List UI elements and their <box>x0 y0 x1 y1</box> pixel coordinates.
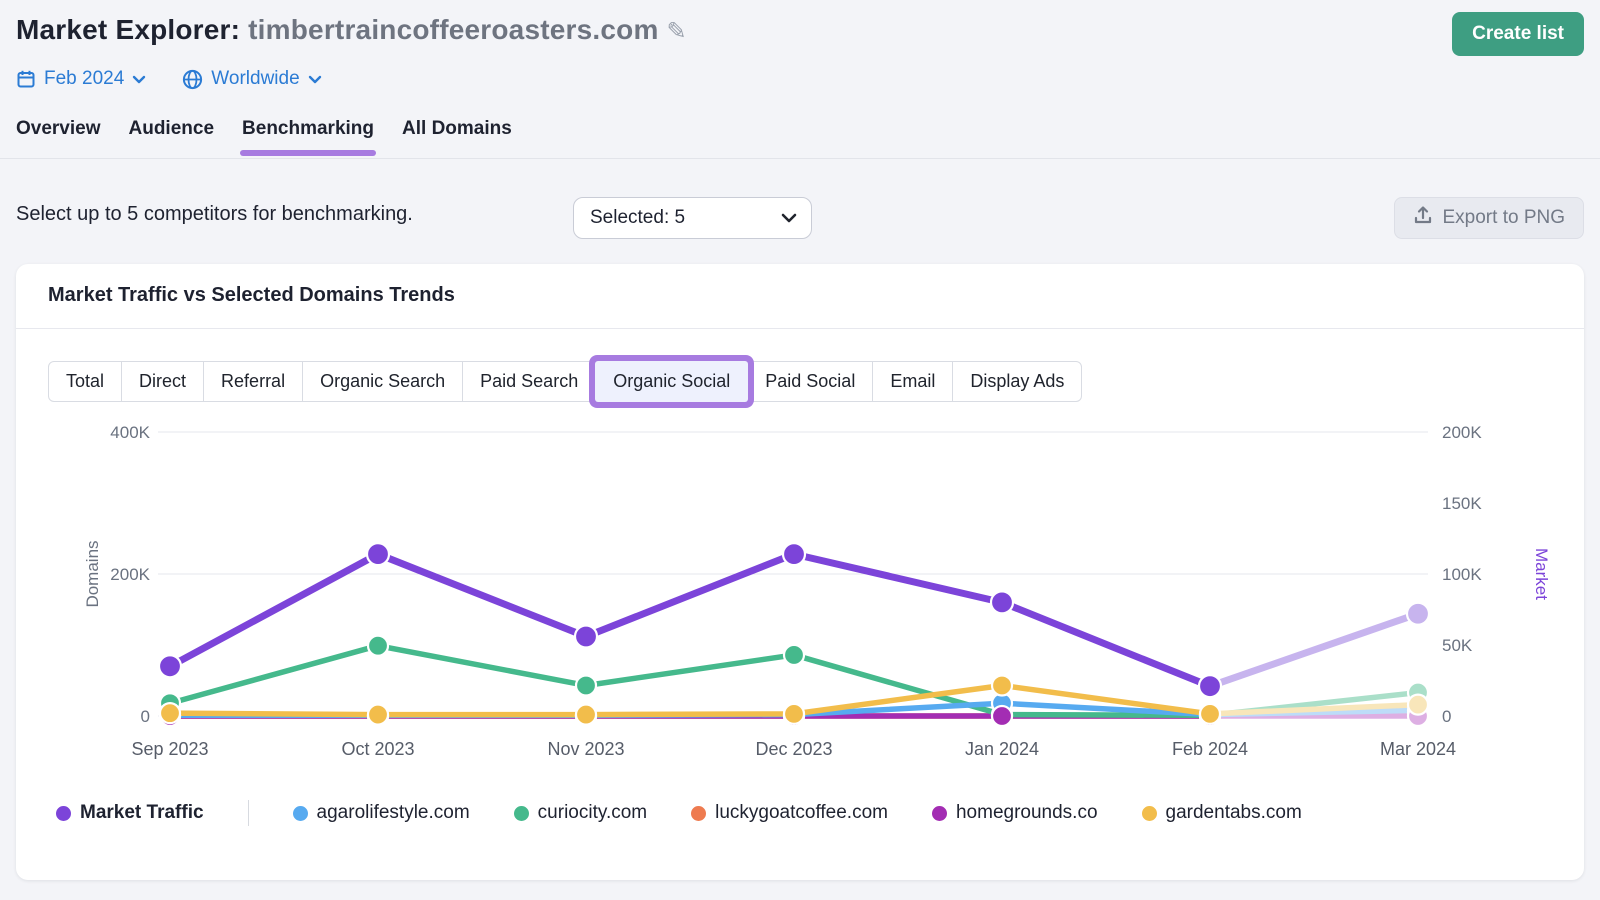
legend-dot <box>932 806 947 821</box>
series-line-gardentabs-com[interactable] <box>170 685 1210 714</box>
filter-direct[interactable]: Direct <box>121 361 204 402</box>
legend-item-market-traffic[interactable]: Market Traffic <box>56 802 204 824</box>
right-axis-tick: 150K <box>1442 494 1482 513</box>
create-list-button[interactable]: Create list <box>1452 12 1584 56</box>
legend-item-luckygoatcoffee-com[interactable]: luckygoatcoffee.com <box>691 802 888 824</box>
right-axis-tick: 0 <box>1442 707 1451 726</box>
card-title: Market Traffic vs Selected Domains Trend… <box>48 284 455 307</box>
card-divider <box>16 328 1584 329</box>
legend-label: curiocity.com <box>538 802 647 824</box>
right-axis-tick: 100K <box>1442 565 1482 584</box>
x-axis-label: Jan 2024 <box>965 739 1039 759</box>
left-axis-tick: 0 <box>141 707 150 726</box>
legend-label: Market Traffic <box>80 802 204 824</box>
x-axis-label: Mar 2024 <box>1380 739 1456 759</box>
header-divider <box>0 158 1600 159</box>
x-axis-label: Oct 2023 <box>341 739 414 759</box>
x-axis-label: Feb 2024 <box>1172 739 1248 759</box>
tab-audience[interactable]: Audience <box>129 118 215 154</box>
data-point-market-traffic[interactable] <box>991 591 1013 613</box>
data-point-gardentabs-com[interactable] <box>1200 704 1220 724</box>
filter-paid-search[interactable]: Paid Search <box>462 361 596 402</box>
trends-chart-svg: 400K 200K 0 Domains 200K 150K 100K 50K 0 Market Se… <box>40 424 1560 776</box>
trends-chart: 400K 200K 0 Domains 200K 150K 100K 50K 0 Market Se… <box>40 424 1560 776</box>
right-axis-tick: 200K <box>1442 424 1482 442</box>
data-point-homegrounds-co[interactable] <box>992 706 1012 726</box>
chevron-down-icon <box>132 75 146 84</box>
data-point-market-traffic[interactable] <box>1199 675 1221 697</box>
date-selector[interactable]: Feb 2024 <box>16 68 146 90</box>
legend-item-homegrounds-co[interactable]: homegrounds.co <box>932 802 1098 824</box>
left-axis-title: Domains <box>83 540 102 607</box>
filter-organic-search[interactable]: Organic Search <box>302 361 463 402</box>
legend-dot <box>691 806 706 821</box>
region-selector[interactable]: Worldwide <box>182 68 321 90</box>
export-label: Export to PNG <box>1443 207 1566 229</box>
legend-dot <box>293 806 308 821</box>
left-axis-tick: 200K <box>110 565 150 584</box>
edit-pencil-icon[interactable]: ✎ <box>667 18 687 45</box>
right-axis-tick: 50K <box>1442 636 1473 655</box>
globe-icon <box>182 69 203 90</box>
x-axis-label: Sep 2023 <box>131 739 208 759</box>
tab-all-domains[interactable]: All Domains <box>402 118 512 154</box>
data-point-gardentabs-com[interactable] <box>784 704 804 724</box>
x-axis-label: Dec 2023 <box>755 739 832 759</box>
data-point-market-traffic[interactable] <box>1407 603 1429 625</box>
legend-label: homegrounds.co <box>956 802 1098 824</box>
selected-dropdown-value: Selected: 5 <box>590 207 685 229</box>
data-point-gardentabs-com[interactable] <box>368 705 388 725</box>
page-title-domain: timbertraincoffeeroasters.com <box>248 14 658 45</box>
data-point-gardentabs-com[interactable] <box>576 705 596 725</box>
filter-referral[interactable]: Referral <box>203 361 303 402</box>
chart-legend: Market Traffic agarolifestyle.com curiocit… <box>56 800 1302 826</box>
data-point-gardentabs-com[interactable] <box>160 703 180 723</box>
filter-paid-social[interactable]: Paid Social <box>747 361 873 402</box>
chevron-down-icon <box>781 207 797 229</box>
left-axis-tick: 400K <box>110 424 150 442</box>
filter-email[interactable]: Email <box>872 361 953 402</box>
right-axis-title: Market <box>1532 548 1551 600</box>
date-label: Feb 2024 <box>44 68 124 90</box>
export-icon <box>1413 205 1433 231</box>
page-title: Market Explorer: timbertraincoffeeroaste… <box>16 14 687 46</box>
legend-divider <box>248 800 249 826</box>
legend-item-agarolifestyle-com[interactable]: agarolifestyle.com <box>293 802 470 824</box>
series-line-projected-market-traffic[interactable] <box>1210 614 1418 686</box>
data-point-curiocity-com[interactable] <box>368 636 388 656</box>
data-point-market-traffic[interactable] <box>783 543 805 565</box>
filter-display-ads[interactable]: Display Ads <box>952 361 1082 402</box>
legend-dot <box>514 806 529 821</box>
meta-row: Feb 2024 Worldwide <box>16 68 322 90</box>
export-to-png-button[interactable]: Export to PNG <box>1394 197 1585 239</box>
selected-dropdown[interactable]: Selected: 5 <box>573 197 812 239</box>
data-point-market-traffic[interactable] <box>159 655 181 677</box>
data-point-gardentabs-com[interactable] <box>992 675 1012 695</box>
x-axis-label: Nov 2023 <box>547 739 624 759</box>
legend-label: agarolifestyle.com <box>317 802 470 824</box>
region-label: Worldwide <box>211 68 299 90</box>
data-point-curiocity-com[interactable] <box>576 675 596 695</box>
filter-organic-social[interactable]: Organic Social <box>595 361 748 402</box>
chevron-down-icon <box>308 75 322 84</box>
legend-dot <box>1142 806 1157 821</box>
legend-item-gardentabs-com[interactable]: gardentabs.com <box>1142 802 1302 824</box>
trends-card: Market Traffic vs Selected Domains Trend… <box>16 264 1584 880</box>
legend-dot <box>56 806 71 821</box>
page-title-prefix: Market Explorer: <box>16 14 248 45</box>
data-point-market-traffic[interactable] <box>367 543 389 565</box>
select-competitors-text: Select up to 5 competitors for benchmark… <box>16 203 413 226</box>
filter-total[interactable]: Total <box>48 361 122 402</box>
data-point-curiocity-com[interactable] <box>784 645 804 665</box>
calendar-icon <box>16 69 36 89</box>
tab-benchmarking[interactable]: Benchmarking <box>242 118 374 154</box>
legend-item-curiocity-com[interactable]: curiocity.com <box>514 802 647 824</box>
traffic-channel-filters: TotalDirectReferralOrganic SearchPaid Se… <box>48 361 1082 402</box>
tab-bar: Overview Audience Benchmarking All Domains <box>16 118 512 154</box>
data-point-gardentabs-com[interactable] <box>1408 695 1428 715</box>
legend-label: luckygoatcoffee.com <box>715 802 888 824</box>
legend-label: gardentabs.com <box>1166 802 1302 824</box>
tab-overview[interactable]: Overview <box>16 118 101 154</box>
data-point-market-traffic[interactable] <box>575 625 597 647</box>
